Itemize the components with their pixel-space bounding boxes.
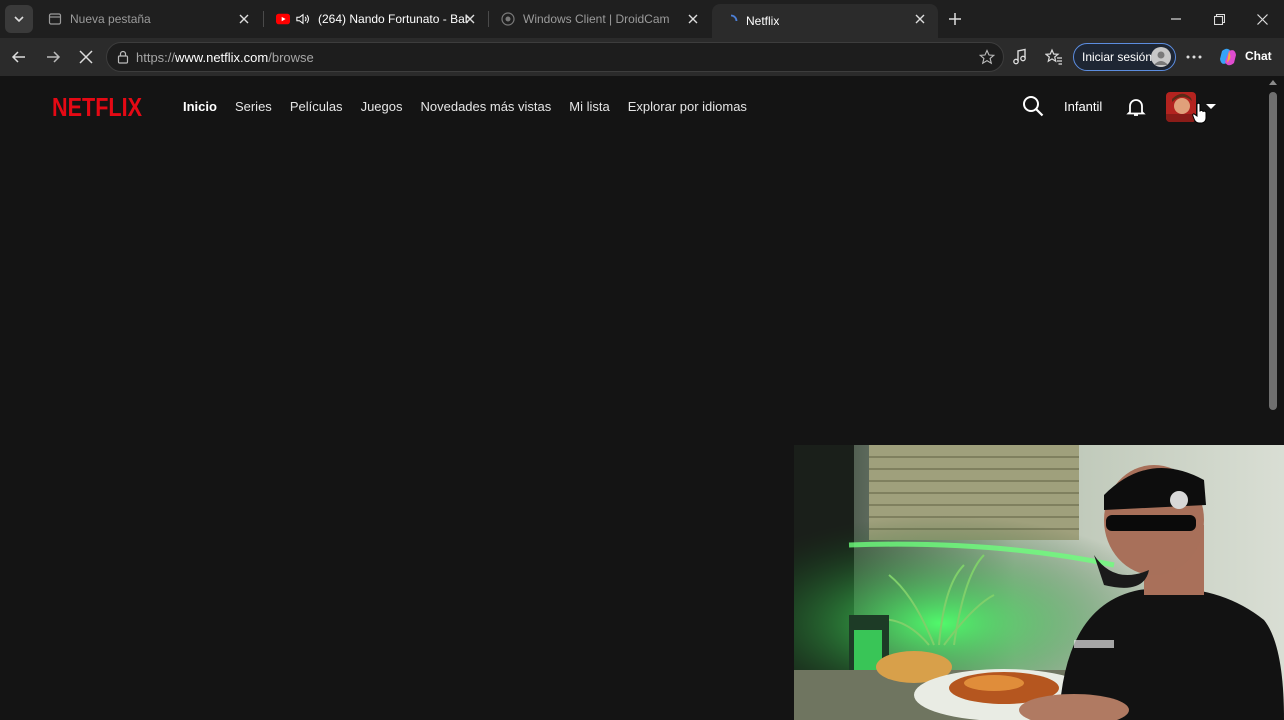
forward-button[interactable] xyxy=(40,44,66,70)
tab-title: Nueva pestaña xyxy=(70,12,151,26)
primary-navigation: Inicio Series Películas Juegos Novedades… xyxy=(183,99,765,114)
nav-item-mi-lista[interactable]: Mi lista xyxy=(569,99,609,114)
restore-icon xyxy=(1213,13,1225,25)
minimize-icon xyxy=(1171,18,1181,20)
search-icon[interactable] xyxy=(1022,95,1044,117)
more-horizontal-icon xyxy=(1186,55,1202,59)
close-icon xyxy=(79,50,93,64)
tab-new-tab[interactable]: Nueva pestaña xyxy=(36,0,262,38)
close-tab-icon[interactable] xyxy=(462,11,478,27)
netflix-loading-icon xyxy=(724,14,738,28)
kids-link[interactable]: Infantil xyxy=(1064,99,1102,114)
netflix-logo[interactable]: NETFLIX xyxy=(52,92,144,120)
chevron-down-icon xyxy=(14,16,24,23)
copilot-icon[interactable] xyxy=(1218,47,1238,67)
favorites-button[interactable] xyxy=(1044,47,1064,67)
nav-item-explorar-idiomas[interactable]: Explorar por idiomas xyxy=(628,99,747,114)
nav-item-inicio[interactable]: Inicio xyxy=(183,99,217,114)
profile-avatar-icon xyxy=(1151,47,1171,67)
hand-cursor-icon xyxy=(1192,102,1207,124)
url-host: www.netflix.com xyxy=(175,50,269,65)
scroll-up-arrow-icon[interactable] xyxy=(1269,80,1277,85)
tab-title: (264) Nando Fortunato - Baby xyxy=(318,12,468,26)
webcam-overlay xyxy=(794,445,1284,720)
browser-toolbar: https://www.netflix.com/browse Iniciar s… xyxy=(0,38,1284,76)
back-button[interactable] xyxy=(6,44,32,70)
speaker-icon[interactable] xyxy=(296,12,310,26)
tab-droidcam[interactable]: Windows Client | DroidCam xyxy=(489,0,711,38)
lock-icon[interactable] xyxy=(116,50,130,64)
arrow-left-icon xyxy=(11,51,25,63)
close-icon xyxy=(1256,13,1268,25)
address-bar[interactable]: https://www.netflix.com/browse xyxy=(106,42,1004,72)
new-tab-button[interactable] xyxy=(944,8,966,30)
url-text: https://www.netflix.com/browse xyxy=(136,50,314,65)
youtube-icon xyxy=(276,12,290,26)
sign-in-label: Iniciar sesión xyxy=(1082,50,1153,64)
tab-title: Netflix xyxy=(746,14,780,28)
chat-button-label[interactable]: Chat xyxy=(1245,49,1272,63)
newtab-page-icon xyxy=(48,12,62,26)
read-aloud-button[interactable] xyxy=(1010,47,1030,67)
favorites-icon xyxy=(1045,48,1062,65)
plus-icon xyxy=(949,13,961,25)
close-tab-icon[interactable] xyxy=(236,11,252,27)
url-scheme: https:// xyxy=(136,50,176,65)
sign-in-button[interactable]: Iniciar sesión xyxy=(1073,43,1176,71)
bell-icon[interactable] xyxy=(1126,97,1146,117)
url-path: /browse xyxy=(268,50,314,65)
nav-item-juegos[interactable]: Juegos xyxy=(361,99,403,114)
minimize-button[interactable] xyxy=(1154,0,1198,38)
nav-item-peliculas[interactable]: Películas xyxy=(290,99,343,114)
music-note-icon xyxy=(1013,48,1026,65)
more-options-button[interactable] xyxy=(1184,47,1204,67)
webcam-feed-image xyxy=(794,445,1284,720)
tab-netflix[interactable]: Netflix xyxy=(712,4,938,38)
logo-text: NETFLIX xyxy=(52,92,143,120)
tab-actions-button[interactable] xyxy=(5,5,33,33)
close-tab-icon[interactable] xyxy=(912,11,928,27)
stop-loading-button[interactable] xyxy=(73,44,99,70)
tab-strip: Nueva pestaña (264) Nando Fortunato - Ba… xyxy=(0,0,1284,38)
restore-button[interactable] xyxy=(1197,0,1241,38)
droidcam-icon xyxy=(501,12,515,26)
close-window-button[interactable] xyxy=(1240,0,1284,38)
arrow-right-icon xyxy=(47,51,61,63)
star-icon[interactable] xyxy=(979,49,995,65)
tab-title: Windows Client | DroidCam xyxy=(523,12,670,26)
scrollbar-thumb[interactable] xyxy=(1269,92,1277,410)
nav-item-novedades[interactable]: Novedades más vistas xyxy=(420,99,551,114)
nav-item-series[interactable]: Series xyxy=(235,99,272,114)
tab-youtube[interactable]: (264) Nando Fortunato - Baby xyxy=(264,0,488,38)
close-tab-icon[interactable] xyxy=(685,11,701,27)
